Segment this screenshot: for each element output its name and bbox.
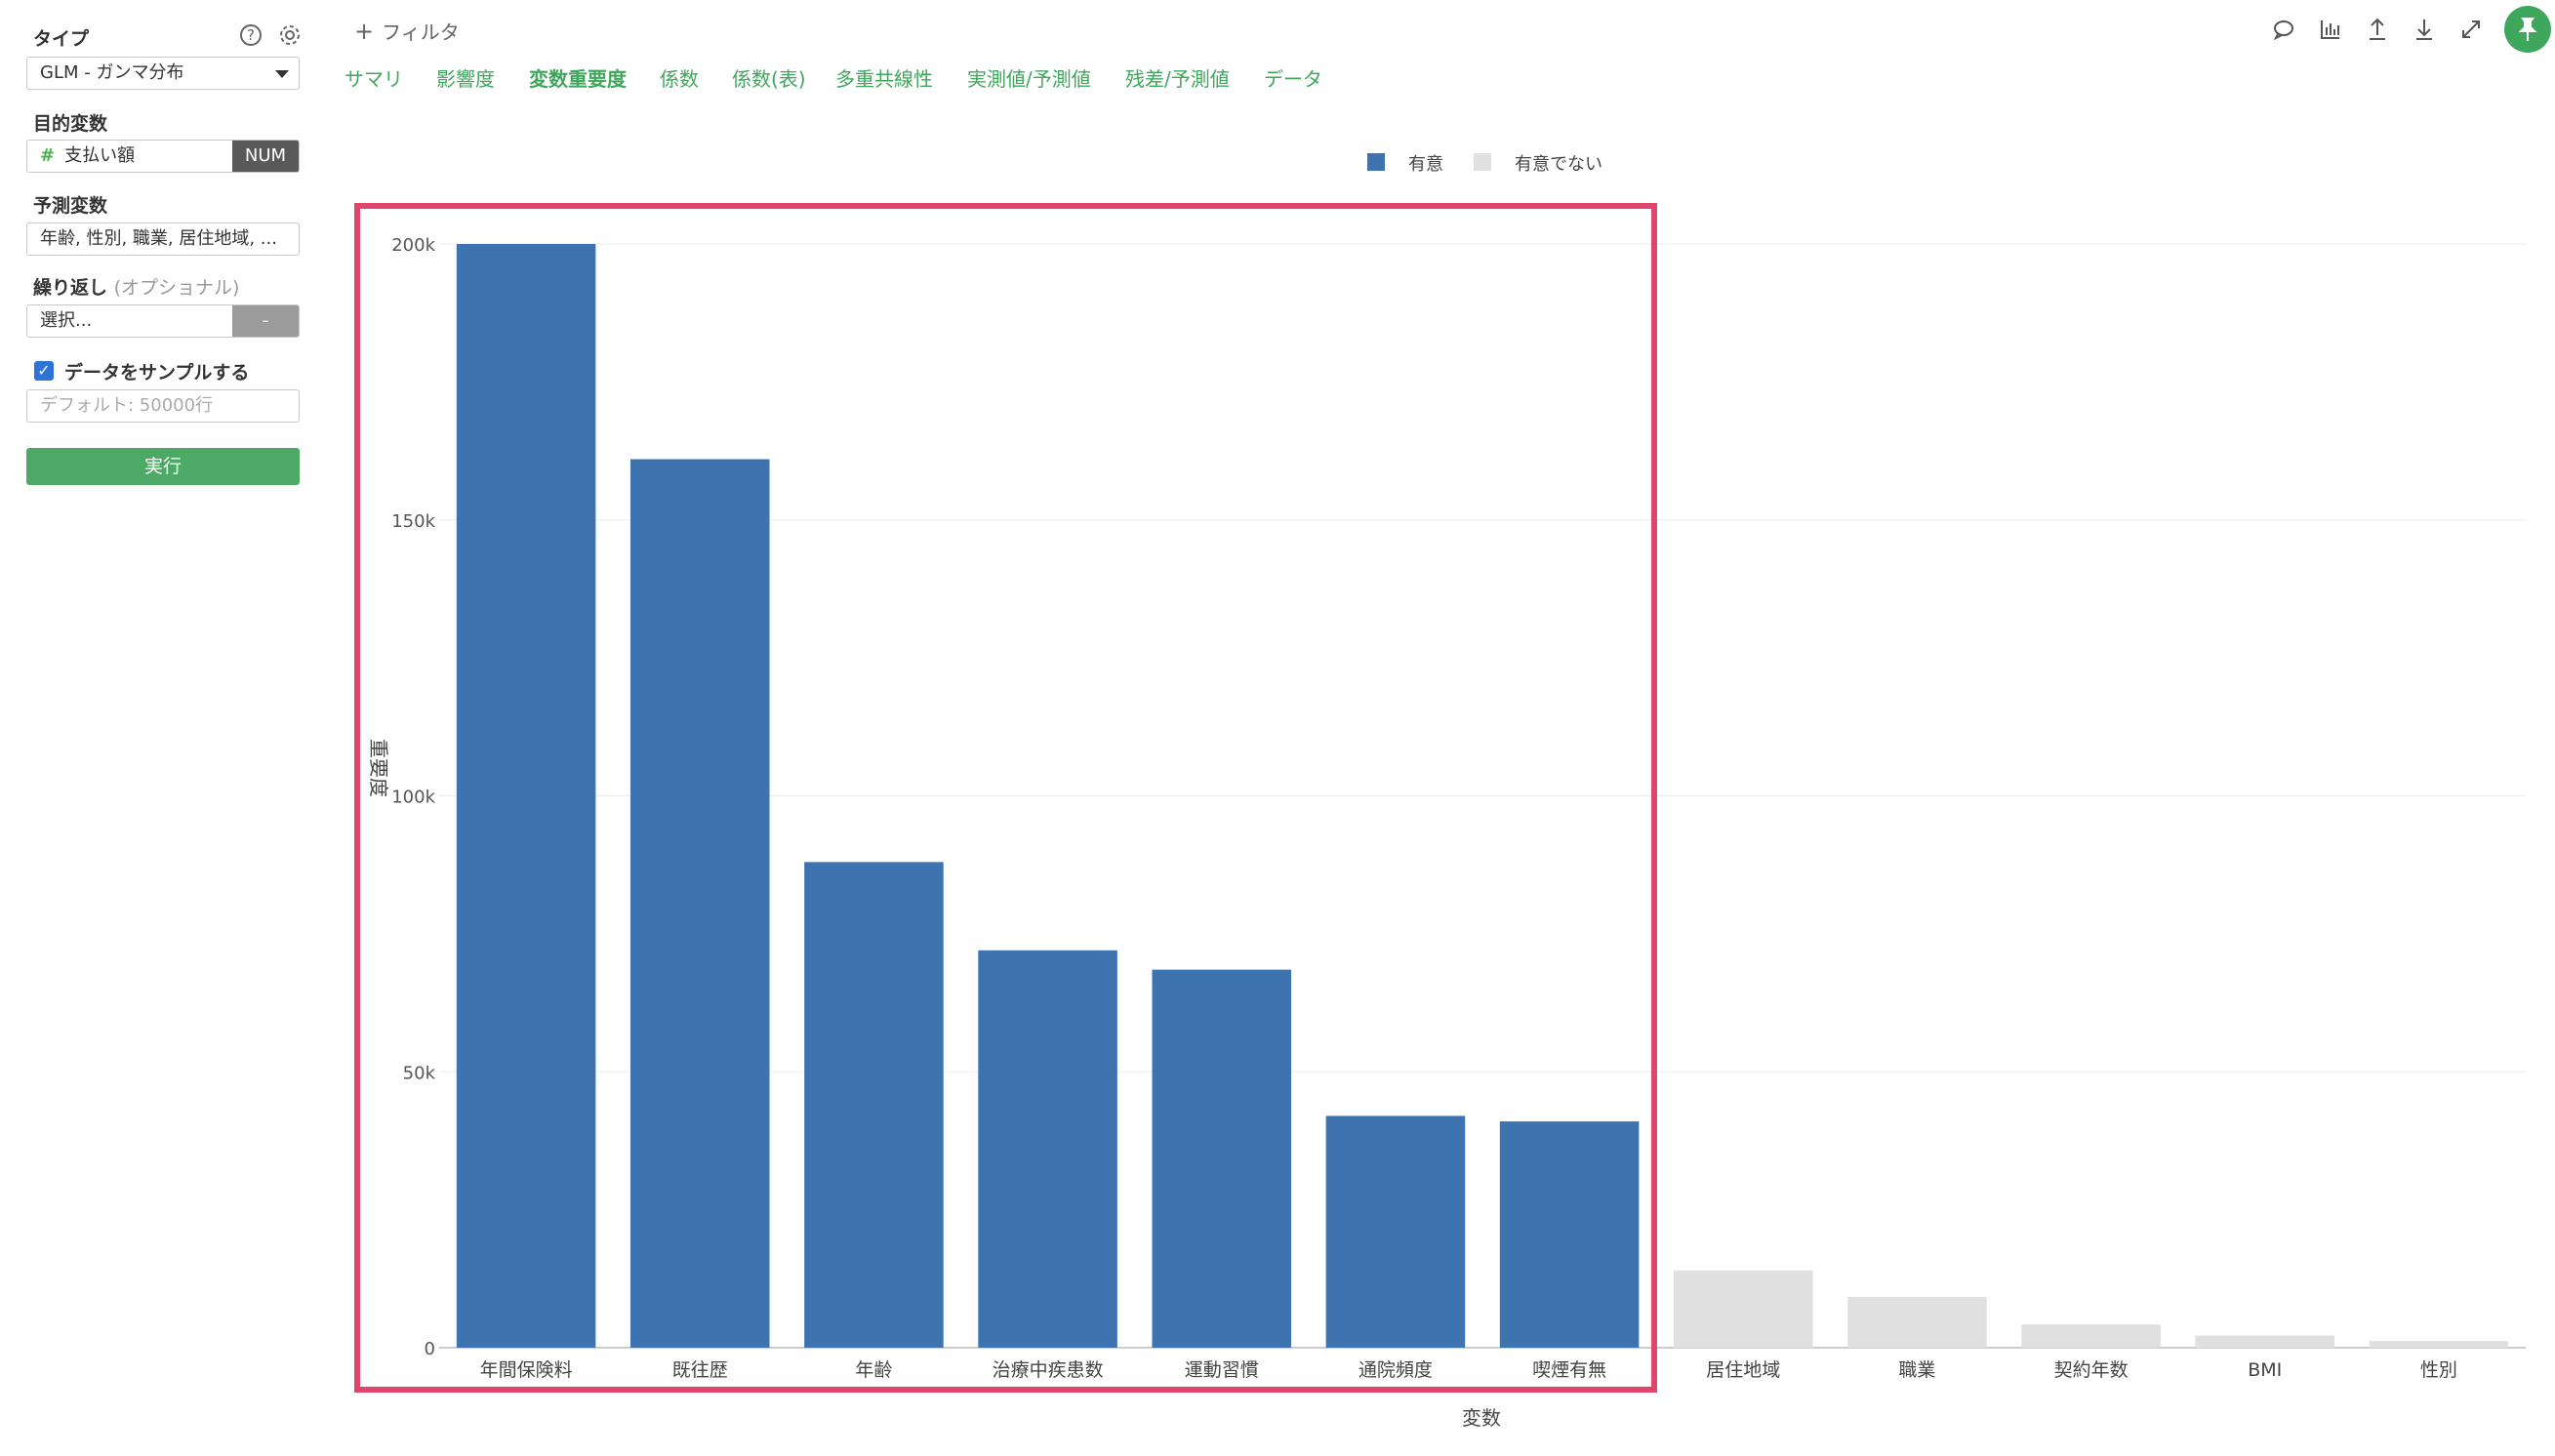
x-tick-label: 運動習慣 <box>1185 1359 1259 1381</box>
y-tick-label: 150k <box>391 511 435 532</box>
bar-6[interactable] <box>1325 1115 1466 1348</box>
bar-10[interactable] <box>2021 1324 2161 1348</box>
y-tick-label: 100k <box>391 788 435 808</box>
bar-4[interactable] <box>978 950 1117 1348</box>
y-axis-title: 重要度 <box>367 739 390 797</box>
x-tick-label: 居住地域 <box>1706 1359 1780 1381</box>
bar-1[interactable] <box>456 244 596 1348</box>
x-tick-label: 年齢 <box>855 1359 892 1381</box>
x-axis-title: 変数 <box>1462 1406 1501 1430</box>
importance-bar-chart: 年間保険料 既往歴 年齢 治療中疾患数 運動習慣 通院頻度 喫煙有無 居住地域 職業 契約年数 BM… <box>354 203 2526 1430</box>
bar-7[interactable] <box>1499 1121 1640 1348</box>
x-tick-label: 治療中疾患数 <box>993 1359 1104 1381</box>
bar-5[interactable] <box>1152 969 1292 1348</box>
y-tick-label: 200k <box>391 235 435 256</box>
x-tick-label: 既往歴 <box>672 1359 728 1381</box>
x-tick-label: 契約年数 <box>2054 1359 2129 1381</box>
bar-3[interactable] <box>804 862 944 1348</box>
y-tick-label: 0 <box>425 1339 435 1359</box>
bar-9[interactable] <box>1847 1296 1987 1348</box>
x-tick-label: 年間保険料 <box>480 1359 573 1381</box>
bar-12[interactable] <box>2369 1341 2509 1348</box>
bar-2[interactable] <box>629 459 770 1348</box>
x-tick-label: 喫煙有無 <box>1532 1359 1606 1381</box>
y-tick-label: 50k <box>403 1063 436 1083</box>
bar-8[interactable] <box>1673 1270 1813 1348</box>
x-tick-label: 職業 <box>1898 1359 1935 1381</box>
x-tick-label: BMI <box>2248 1359 2282 1381</box>
x-tick-label: 性別 <box>2420 1359 2457 1381</box>
bar-11[interactable] <box>2195 1335 2335 1348</box>
x-tick-label: 通院頻度 <box>1359 1359 1433 1381</box>
